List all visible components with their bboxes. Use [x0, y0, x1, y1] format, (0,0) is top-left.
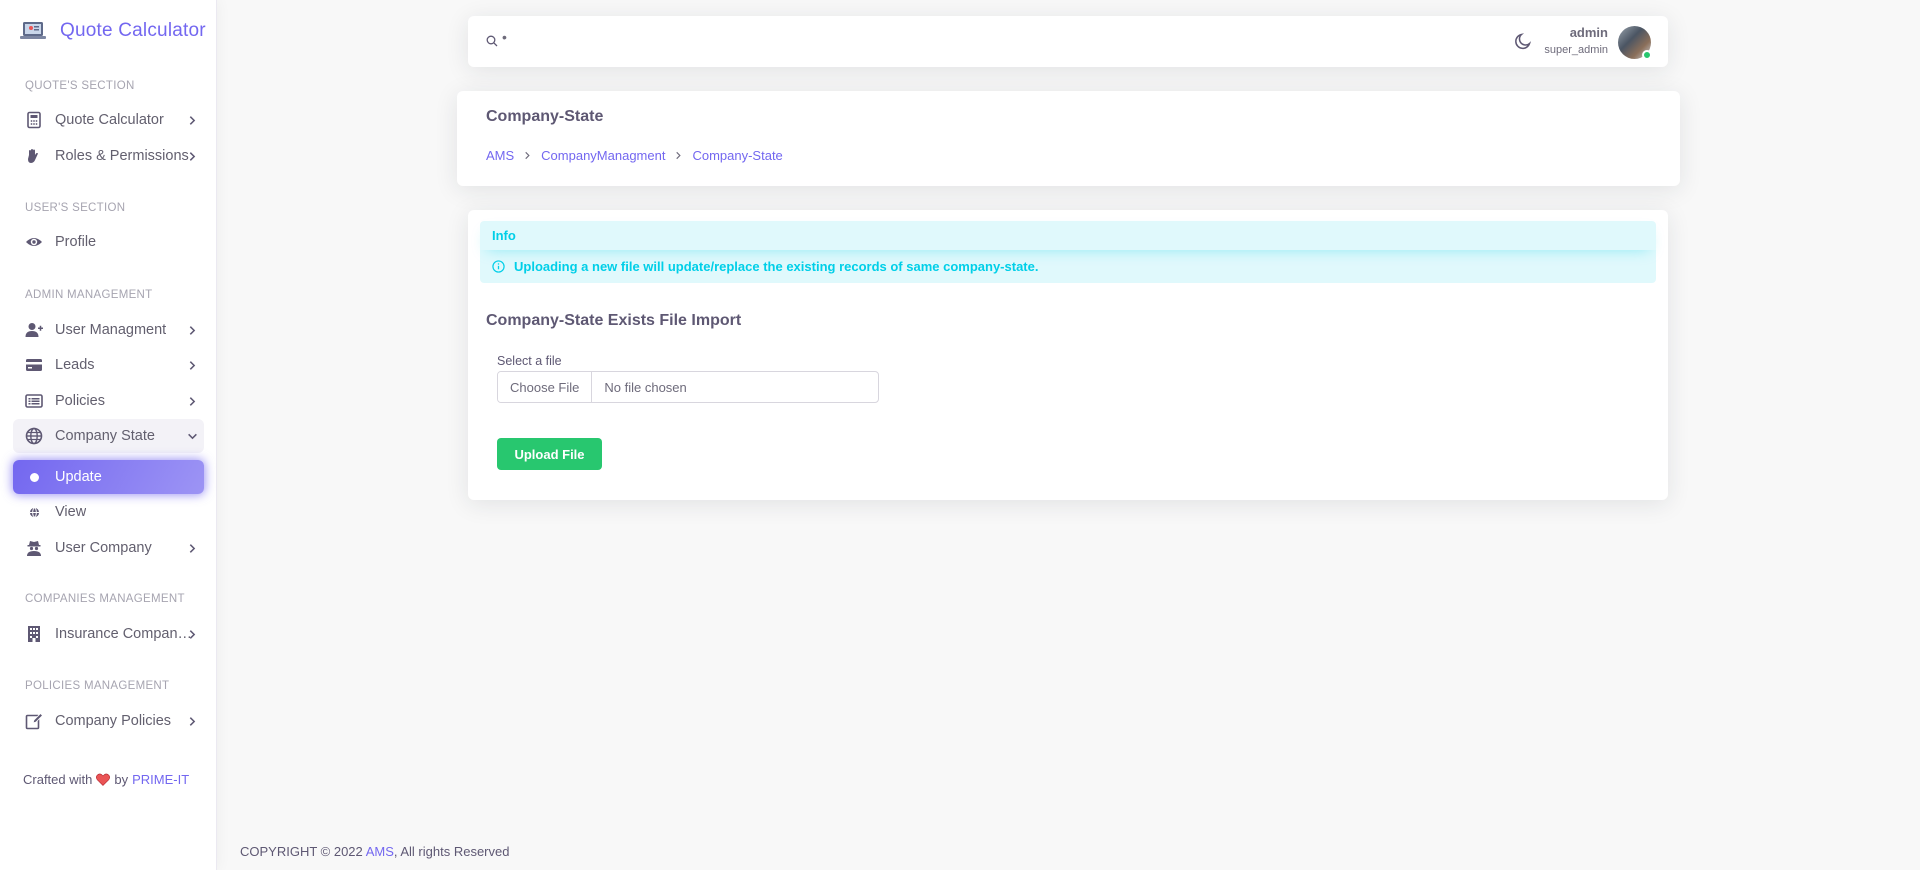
copyright-text: COPYRIGHT © 2022 — [240, 844, 363, 859]
moon-icon[interactable] — [1514, 32, 1532, 50]
sidebar-item-roles-permissions[interactable]: Roles & Permissions — [13, 139, 204, 173]
chevron-right-icon — [186, 150, 198, 162]
section-header-quotes: QUOTE'S SECTION — [25, 80, 135, 92]
brand[interactable]: Quote Calculator — [20, 20, 206, 42]
sidebar-item-company-policies[interactable]: Company Policies — [13, 704, 204, 738]
avatar[interactable] — [1618, 26, 1652, 60]
alert-heading: Info — [480, 221, 1656, 250]
file-field-label: Select a file — [497, 354, 562, 368]
eye-icon — [25, 233, 43, 251]
online-status-icon — [1642, 50, 1652, 60]
prime-it-link[interactable]: PRIME-IT — [132, 772, 189, 787]
breadcrumb-item[interactable]: AMS — [486, 148, 514, 163]
sidebar-footer: Crafted with by PRIME-IT — [23, 772, 189, 787]
sidebar-item-label: View — [55, 504, 87, 520]
alert-message: Uploading a new file will update/replace… — [514, 259, 1039, 274]
chevron-right-icon — [186, 114, 198, 126]
sidebar-item-quote-calculator[interactable]: Quote Calculator — [13, 103, 204, 137]
sidebar-item-leads[interactable]: Leads — [13, 348, 204, 382]
list-icon — [25, 392, 43, 410]
globe-small-icon — [25, 503, 43, 521]
search-input[interactable]: • — [502, 29, 507, 45]
sidebar-subitem-update[interactable]: Update — [13, 460, 204, 494]
choose-file-button[interactable]: Choose File — [498, 372, 593, 402]
import-section-title: Company-State Exists File Import — [486, 312, 742, 329]
laptop-logo-icon — [20, 22, 46, 39]
chevron-right-icon — [186, 324, 198, 336]
sidebar-subitem-view[interactable]: View — [13, 495, 204, 529]
chevron-right-icon — [186, 542, 198, 554]
globe-icon — [25, 427, 43, 445]
page-footer: COPYRIGHT © 2022 AMS, All rights Reserve… — [240, 844, 509, 859]
user-secret-icon — [25, 539, 43, 557]
chevron-right-icon — [186, 359, 198, 371]
rights-text: , All rights Reserved — [393, 844, 510, 859]
breadcrumb: AMS CompanyManagment Company-State — [486, 148, 783, 163]
user-role: super_admin — [1544, 44, 1608, 56]
crafted-text: Crafted with — [23, 772, 93, 787]
sidebar-item-label: Quote Calculator — [55, 112, 164, 128]
section-header-policies: POLICIES MANAGEMENT — [25, 680, 170, 692]
file-status: No file chosen — [604, 379, 687, 395]
building-icon — [25, 625, 43, 643]
page-header-card: Company-State AMS CompanyManagment Compa… — [457, 91, 1680, 186]
sidebar-item-label: Update — [55, 469, 102, 485]
ams-link[interactable]: AMS — [366, 844, 394, 859]
sidebar-item-label: Company State — [55, 428, 155, 444]
brand-title: Quote Calculator — [60, 20, 206, 41]
sidebar-item-label: Leads — [55, 357, 95, 373]
chevron-right-icon — [523, 151, 532, 160]
section-header-users: USER'S SECTION — [25, 202, 126, 214]
sidebar: Quote Calculator QUOTE'S SECTION Quote C… — [0, 0, 217, 870]
alert-body: Uploading a new file will update/replace… — [492, 259, 1038, 274]
section-header-admin: ADMIN MANAGEMENT — [25, 289, 153, 301]
breadcrumb-item-current: Company-State — [692, 148, 783, 163]
chevron-right-icon — [186, 715, 198, 727]
chevron-right-icon — [186, 628, 198, 640]
sidebar-item-user-managment[interactable]: User Managment — [13, 313, 204, 347]
sidebar-item-label: Roles & Permissions — [55, 148, 189, 164]
section-header-companies: COMPANIES MANAGEMENT — [25, 593, 185, 605]
credit-card-icon — [25, 356, 43, 374]
sidebar-item-label: Company Policies — [55, 713, 172, 729]
circle-icon — [25, 468, 43, 486]
edit-icon — [25, 712, 43, 730]
sidebar-item-label: User Managment — [55, 322, 167, 338]
calculator-icon — [25, 111, 43, 129]
sidebar-item-company-state[interactable]: Company State — [13, 419, 204, 453]
sidebar-item-label: Policies — [55, 393, 105, 409]
info-alert: Info Uploading a new file will update/re… — [480, 221, 1656, 283]
import-card: Info Uploading a new file will update/re… — [468, 210, 1668, 500]
chevron-right-icon — [674, 151, 683, 160]
search-icon[interactable] — [486, 35, 498, 47]
sidebar-item-user-company[interactable]: User Company — [13, 531, 204, 565]
page-title: Company-State — [486, 108, 604, 125]
hand-icon — [25, 147, 43, 165]
chevron-right-icon — [186, 395, 198, 407]
info-icon — [492, 260, 505, 273]
top-navbar: • admin super_admin — [468, 16, 1668, 67]
sidebar-item-label: User Company — [55, 540, 152, 556]
breadcrumb-item[interactable]: CompanyManagment — [541, 148, 665, 163]
heart-icon — [96, 773, 111, 786]
file-input[interactable]: Choose File No file chosen — [497, 371, 879, 403]
by-text: by — [114, 772, 129, 787]
sidebar-item-label: Insurance Companies — [55, 626, 193, 642]
user-plus-icon — [25, 321, 43, 339]
chevron-down-icon — [186, 430, 198, 442]
sidebar-item-profile[interactable]: Profile — [13, 225, 204, 259]
upload-file-button[interactable]: Upload File — [497, 438, 602, 470]
sidebar-item-policies[interactable]: Policies — [13, 384, 204, 418]
sidebar-item-insurance-companies[interactable]: Insurance Companies — [13, 617, 204, 651]
user-name[interactable]: admin — [1570, 25, 1608, 40]
sidebar-item-label: Profile — [55, 234, 97, 250]
